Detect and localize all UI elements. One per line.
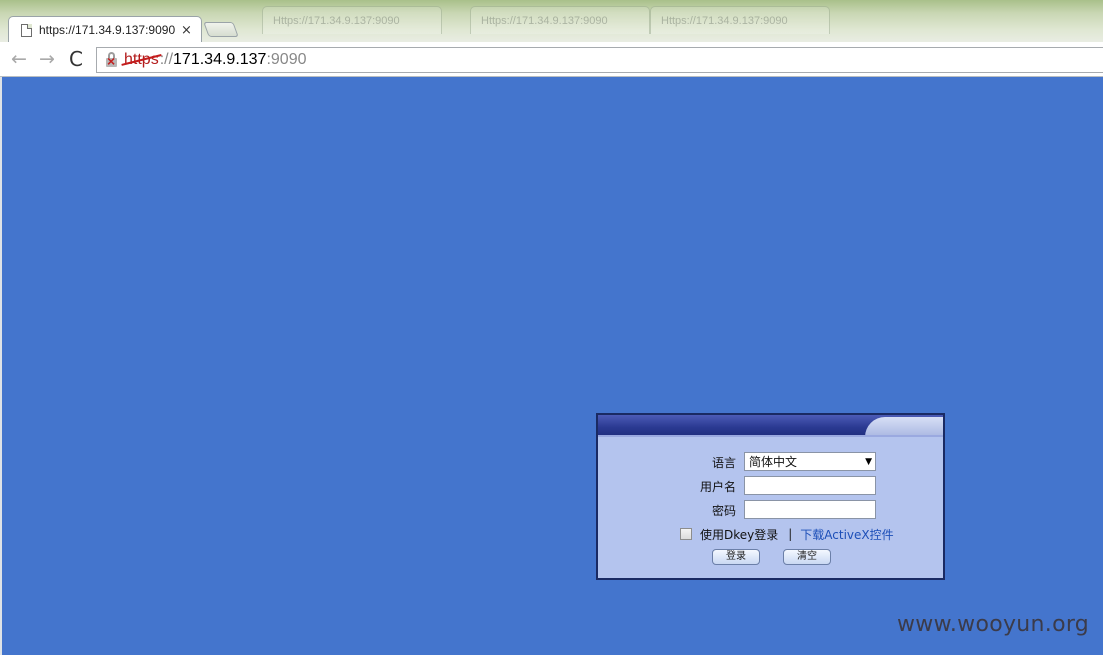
- download-activex-link[interactable]: 下载ActiveX控件: [800, 526, 893, 543]
- background-tab-title: Https://171.34.9.137:9090: [481, 15, 608, 27]
- background-tab[interactable]: Https://171.34.9.137:9090: [262, 6, 442, 34]
- url-scheme: https: [121, 51, 162, 69]
- browser-tabstrip: Https://171.34.9.137:9090 Https://171.34…: [0, 0, 1103, 42]
- dkey-divider: |: [788, 527, 793, 541]
- dkey-checkbox[interactable]: [680, 528, 692, 540]
- back-arrow-icon[interactable]: ←: [8, 49, 30, 71]
- tab-title: https://171.34.9.137:9090: [39, 23, 176, 37]
- address-bar[interactable]: × https :// 171.34.9.137 :9090: [96, 47, 1103, 73]
- login-panel-header: [598, 415, 943, 437]
- dkey-row: 使用Dkey登录 | 下载ActiveX控件: [680, 525, 894, 543]
- password-input[interactable]: [744, 500, 876, 519]
- background-tab-title: Https://171.34.9.137:9090: [661, 15, 788, 27]
- username-row: 用户名: [598, 476, 943, 496]
- broken-lock-icon[interactable]: ×: [105, 51, 121, 69]
- language-select[interactable]: 简体中文 ▼: [744, 452, 876, 471]
- language-value: 简体中文: [749, 455, 798, 469]
- close-tab-icon[interactable]: ×: [181, 23, 192, 38]
- url-port: :9090: [266, 51, 307, 68]
- active-tab[interactable]: https://171.34.9.137:9090 ×: [8, 16, 202, 42]
- background-tab[interactable]: Https://171.34.9.137:9090: [470, 6, 650, 34]
- dropdown-arrow-icon: ▼: [865, 456, 872, 467]
- watermark: www.wooyun.org: [897, 612, 1090, 637]
- url-separator: ://: [159, 51, 174, 68]
- password-label: 密码: [711, 504, 736, 518]
- clear-button[interactable]: 清空: [783, 549, 831, 565]
- background-tab[interactable]: Https://171.34.9.137:9090: [650, 6, 830, 34]
- language-label: 语言: [711, 456, 736, 470]
- url-host: 171.34.9.137: [173, 51, 267, 68]
- login-header-tab: [865, 417, 943, 437]
- reload-icon[interactable]: C: [65, 49, 87, 71]
- page-icon: [21, 23, 32, 37]
- username-label: 用户名: [699, 480, 736, 494]
- background-tab-title: Https://171.34.9.137:9090: [273, 15, 400, 27]
- username-input[interactable]: [744, 476, 876, 495]
- dkey-label: 使用Dkey登录: [700, 527, 779, 542]
- login-panel: 语言 简体中文 ▼ 用户名 密码 使用Dkey登录 | 下载ActiveX控件 …: [596, 413, 945, 580]
- login-button[interactable]: 登录: [712, 549, 760, 565]
- language-row: 语言 简体中文 ▼: [598, 452, 943, 472]
- browser-toolbar: ← → C × https :// 171.34.9.137 :9090: [0, 42, 1103, 77]
- password-row: 密码: [598, 500, 943, 520]
- page-viewport: 语言 简体中文 ▼ 用户名 密码 使用Dkey登录 | 下载ActiveX控件 …: [2, 77, 1103, 655]
- forward-arrow-icon[interactable]: →: [36, 49, 58, 71]
- new-tab-button[interactable]: [203, 22, 239, 37]
- login-header-rule: [598, 435, 943, 437]
